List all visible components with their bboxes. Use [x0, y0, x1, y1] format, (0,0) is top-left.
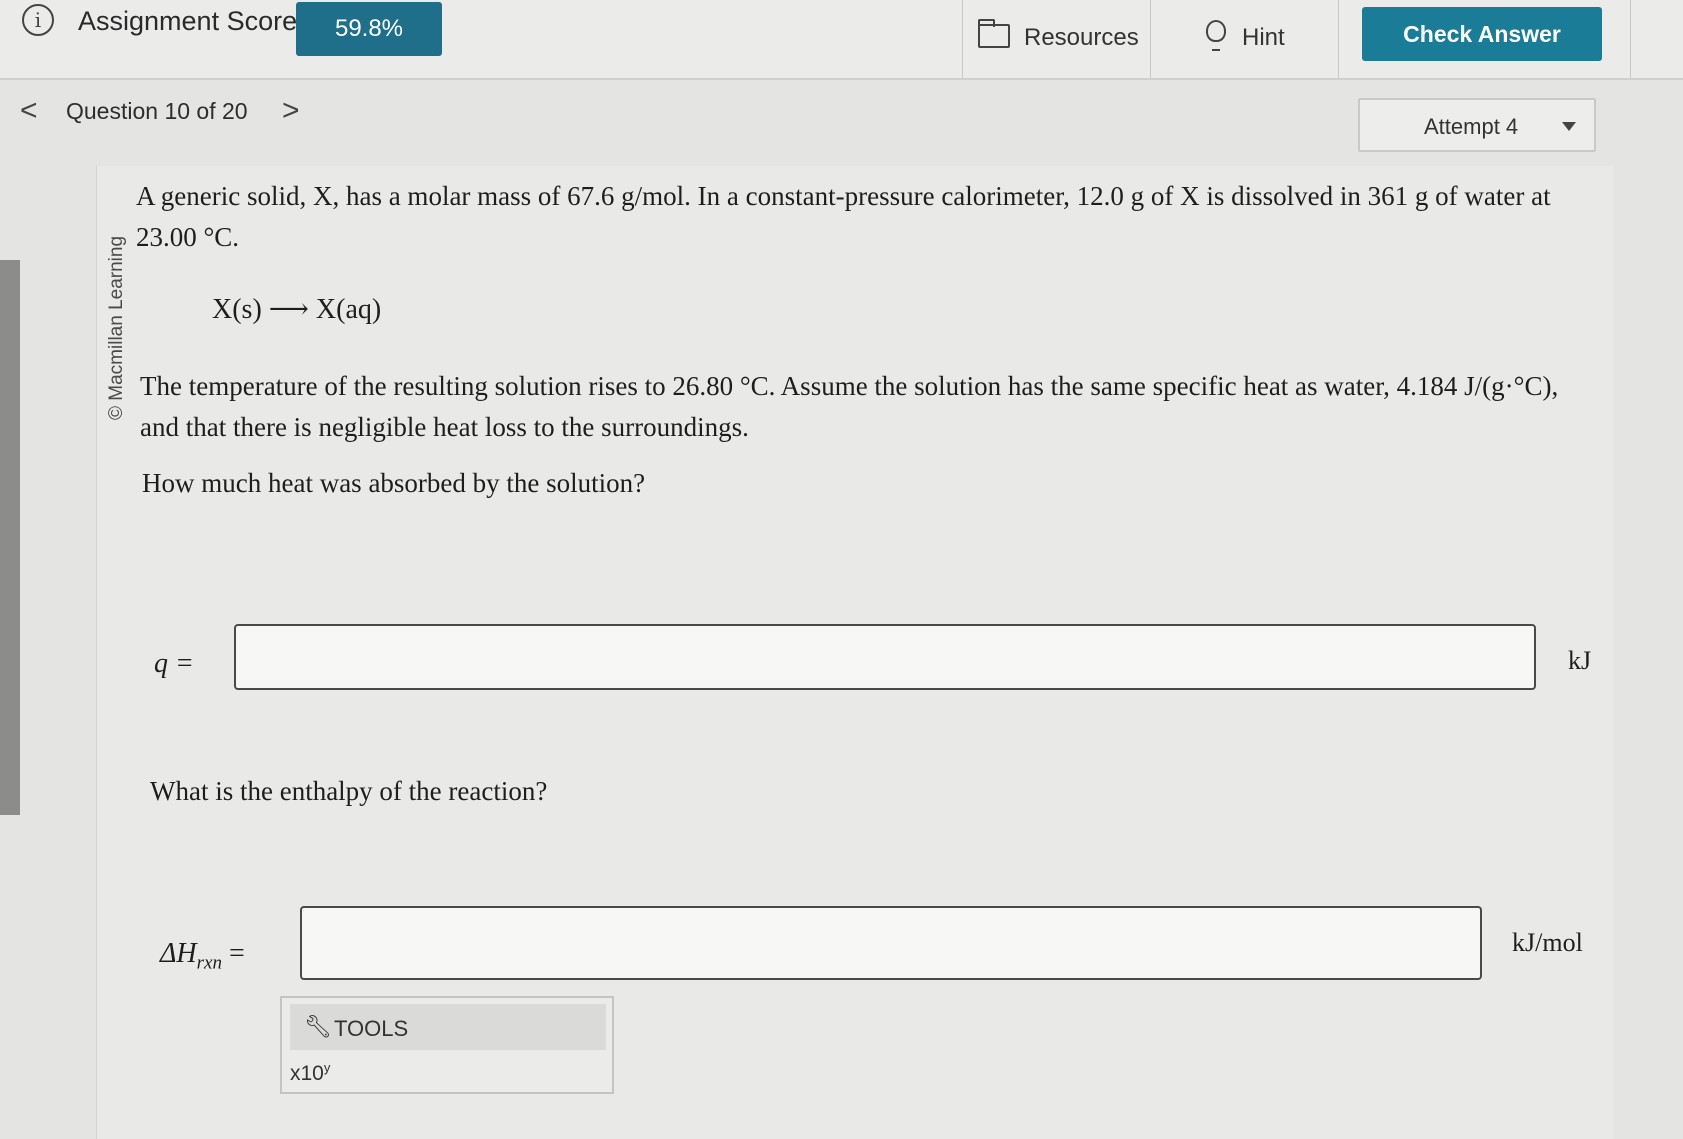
scientific-notation-button[interactable]: x10y — [290, 1060, 330, 1086]
assignment-score-badge: 59.8% — [296, 2, 442, 56]
check-answer-button[interactable]: Check Answer — [1362, 7, 1602, 61]
info-icon[interactable]: i — [22, 4, 54, 36]
question-heat: How much heat was absorbed by the soluti… — [142, 468, 646, 498]
chevron-left-icon[interactable]: < — [20, 94, 38, 128]
lightbulb-icon — [1206, 20, 1226, 51]
divider — [1150, 0, 1151, 78]
delta-h-unit: kJ/mol — [1512, 928, 1583, 957]
x10-label: x10 — [290, 1062, 324, 1085]
delta-h-subscript: rxn — [196, 952, 222, 974]
delta-h-symbol: ΔH — [160, 938, 197, 969]
chevron-right-icon[interactable]: > — [282, 94, 300, 128]
hint-label: Hint — [1242, 24, 1285, 51]
q-label: q = — [154, 648, 194, 679]
delta-h-equals: = — [228, 938, 245, 969]
top-bar: i Assignment Score: 59.8% Resources Hint… — [0, 0, 1683, 80]
attempt-dropdown[interactable]: Attempt 4 — [1358, 98, 1596, 152]
folder-icon — [978, 19, 1010, 48]
divider — [1630, 0, 1631, 78]
problem-details: The temperature of the resulting solutio… — [140, 371, 1559, 442]
delta-h-label: ΔHrxn = — [160, 938, 245, 975]
delta-h-answer-input[interactable] — [300, 906, 1482, 980]
resources-label: Resources — [1024, 24, 1139, 51]
wrench-icon: 🔧︎ — [304, 1014, 332, 1039]
caret-down-icon — [1562, 122, 1576, 131]
tools-panel: 🔧︎ TOOLS x10y — [280, 996, 614, 1094]
tools-button[interactable]: 🔧︎ TOOLS — [290, 1004, 606, 1050]
divider — [962, 0, 963, 78]
question-counter: Question 10 of 20 — [66, 98, 248, 124]
problem-intro: A generic solid, X, has a molar mass of … — [136, 181, 1551, 252]
attempt-label: Attempt 4 — [1424, 114, 1519, 139]
copyright-vertical-text: © Macmillan Learning — [106, 235, 127, 420]
left-edge-shade — [0, 260, 20, 815]
divider — [1338, 0, 1339, 78]
q-answer-input[interactable] — [234, 624, 1536, 690]
x10-exponent: y — [323, 1060, 331, 1075]
assignment-score-label: Assignment Score: — [78, 6, 305, 36]
tools-label: TOOLS — [334, 1016, 409, 1041]
reaction-equation: X(s) ⟶ X(aq) — [212, 294, 382, 325]
q-unit: kJ — [1568, 646, 1592, 675]
question-enthalpy: What is the enthalpy of the reaction? — [150, 776, 548, 806]
